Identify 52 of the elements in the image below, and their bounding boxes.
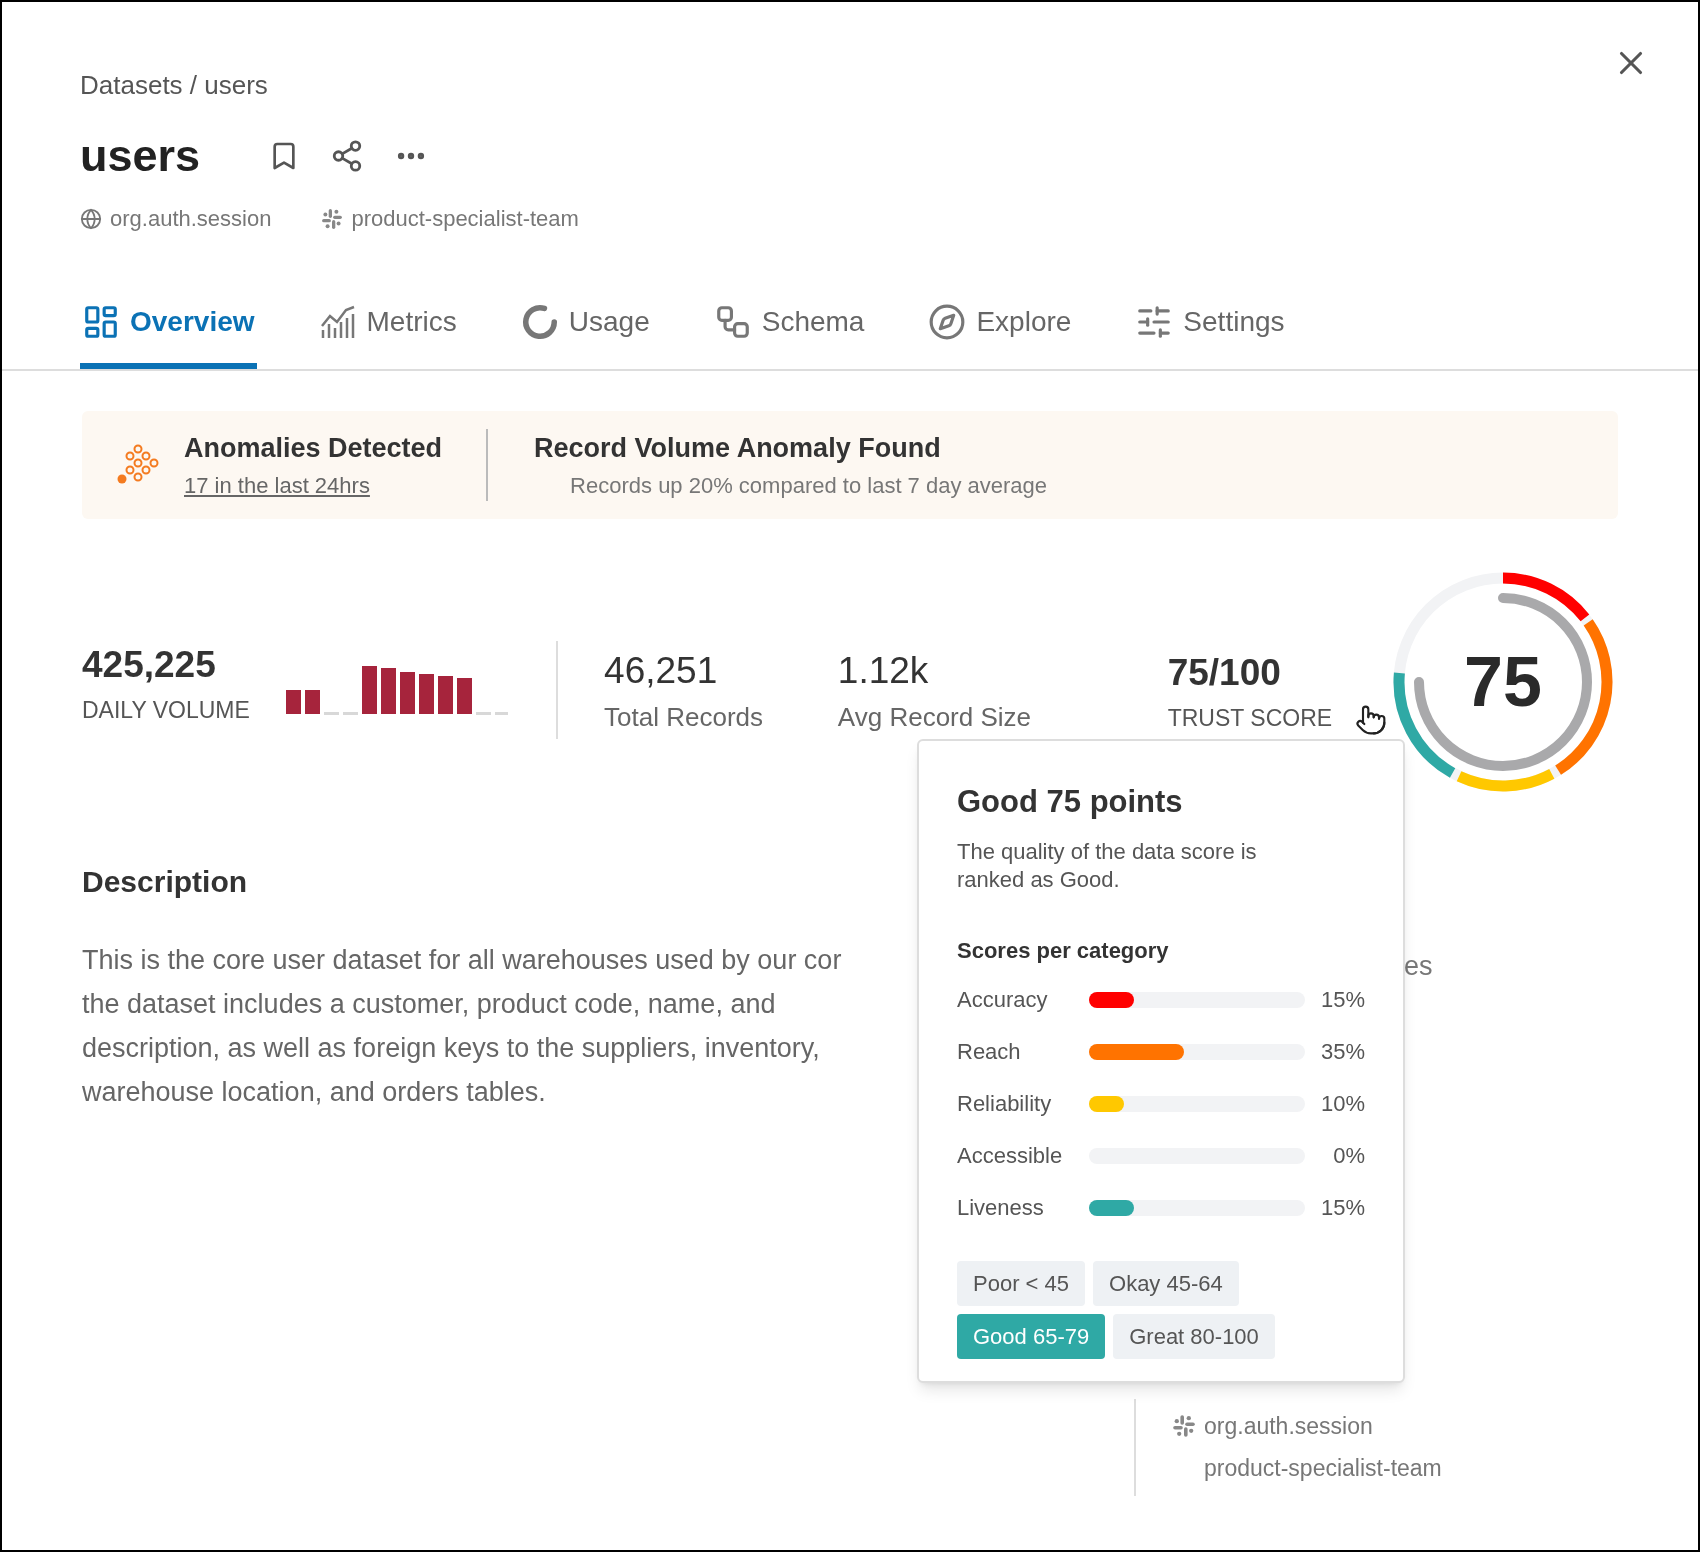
section-heading: Description [82, 864, 248, 900]
stat-value: 46,251 [604, 648, 719, 693]
stat-label: DAILY VOLUME [82, 695, 251, 725]
category-name: Accuracy [957, 986, 1049, 1014]
tab[interactable]: Metrics [316, 301, 459, 369]
globe-icon [80, 207, 102, 230]
compass-icon [928, 303, 967, 341]
chart-icon [318, 304, 357, 340]
ring-icon [520, 303, 559, 341]
category-percent: 10% [1319, 1090, 1365, 1118]
alert-title: Record Volume Anomaly Found [534, 432, 942, 466]
meta-text: org.auth.session [1204, 1411, 1373, 1441]
breadcrumb: Datasets / users [80, 69, 269, 102]
alert-text: Records up 20% compared to last 7 day average [570, 471, 1048, 500]
category-percent: 35% [1319, 1038, 1365, 1066]
gauge-score: 75 [1464, 647, 1542, 717]
tab[interactable]: Usage [518, 301, 652, 369]
partial-text: es [1404, 950, 1434, 983]
range-chip: Good 65-79 [957, 1313, 1106, 1359]
meta-text: org.auth.session [110, 205, 272, 233]
anomaly-link[interactable]: 17 in the last 24hrs [184, 468, 443, 502]
tab[interactable]: Overview [80, 301, 257, 369]
category-name: Accessible [957, 1142, 1064, 1170]
stat-value: 1.12k [837, 648, 930, 693]
dashboard-icon [82, 303, 120, 341]
tab[interactable]: Settings [1133, 301, 1287, 369]
stat-value: 425,225 [82, 643, 217, 687]
range-chip: Okay 45-64 [1093, 1260, 1239, 1306]
popover-title: Good 75 points [957, 783, 1184, 821]
category-name: Liveness [957, 1194, 1045, 1222]
tab[interactable]: Explore [926, 301, 1074, 369]
category-percent: 15% [1319, 986, 1365, 1014]
tab[interactable]: Schema [711, 301, 867, 369]
banner-title: Anomalies Detected [184, 432, 443, 466]
category-percent: 15% [1319, 1194, 1365, 1222]
dataset-title: users [80, 133, 201, 178]
category-percent: 0% [1332, 1142, 1365, 1170]
hash-icon [321, 207, 344, 230]
popover-text: The quality of the data score is ranked as Good. [957, 837, 1258, 894]
stat-value: 75/100 [1167, 651, 1282, 695]
range-chip: Poor < 45 [957, 1260, 1085, 1306]
hash-icon [1172, 1413, 1196, 1438]
category-name: Reliability [957, 1090, 1053, 1118]
category-name: Reach [957, 1038, 1022, 1066]
meta-text: product-specialist-team [1204, 1454, 1443, 1483]
description-text: This is the core user dataset for all warehouses used by our cor the dataset includes a customer, product code, name, and description, as well as foreign keys to the suppliers, inventory, warehouse location, and orders tables. [82, 944, 842, 1109]
popover-section: Scores per category [957, 933, 1365, 967]
meta-text: product-specialist-team [351, 205, 579, 233]
stat-label: Total Records [604, 701, 765, 735]
stat-label: TRUST SCORE [1167, 703, 1334, 733]
range-chip: Great 80-100 [1113, 1313, 1275, 1359]
stat-label: Avg Record Size [837, 701, 1033, 735]
